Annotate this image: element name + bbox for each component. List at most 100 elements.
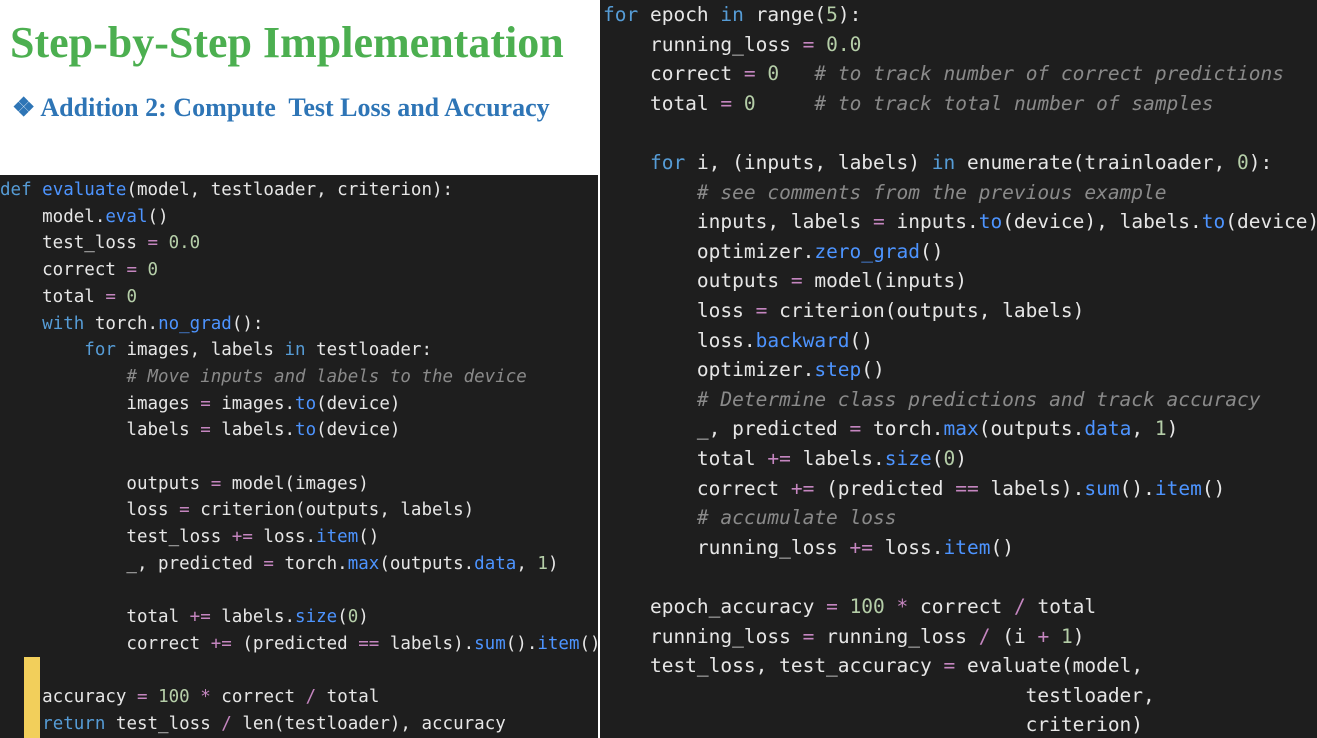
code-token: = [755,299,768,322]
code-token: testloader: [305,340,432,361]
code-token: ( [931,447,944,470]
code-line: outputs = model(inputs) [603,266,967,296]
code-token: correct [0,633,211,654]
code-line: labels = labels.to(device) [0,417,400,444]
code-line: correct = 0 # to track number of correct… [603,59,1284,89]
code-token: evaluate(model, [955,654,1144,678]
code-token: images, labels [115,340,285,361]
code-line: epoch_accuracy = 100 * correct / total [603,592,1096,622]
code-token: correct [0,260,127,281]
code-token: (device), labels. [1002,210,1202,234]
code-token: outputs [603,269,791,293]
code-token: (device) [316,420,401,441]
code-line: for i, (inputs, labels) in enumerate(tra… [603,148,1272,178]
code-token: = [802,32,815,56]
code-token: running_loss [603,32,803,56]
code-token: loss. [873,535,944,559]
code-token: data [474,553,517,574]
code-token: = [849,417,862,441]
code-line: loss = criterion(outputs, labels) [0,497,474,524]
code-line: for images, labels in testloader: [0,337,432,364]
code-token: item [537,633,580,654]
slide-header: Step-by-Step Implementation ❖ Addition 2… [0,0,600,175]
code-token: 0 [126,286,137,307]
code-token: max [347,553,380,574]
highlight-bar [24,657,40,738]
code-token: (). [505,633,538,654]
code-token: / [305,687,317,708]
evaluate-code-panel: def evaluate(model, testloader, criterio… [0,175,598,738]
code-token: 0 [943,447,956,470]
code-token: 100 [158,687,190,708]
code-token: ) [547,553,559,574]
code-token: torch. [861,417,944,441]
code-token: accuracy [0,687,137,708]
code-token: = [179,500,190,521]
code-token: = [802,624,815,648]
code-token: max [943,417,979,441]
code-token: ) [1072,624,1085,648]
code-token: item [1154,476,1202,500]
code-token: range( [743,3,827,26]
code-token: , [1131,417,1155,441]
code-token: 100 [849,595,885,618]
code-token: running_loss [814,624,979,648]
code-token: testloader, [603,683,1155,707]
code-token: (outputs. [379,553,475,574]
code-line: model.eval() [0,204,169,231]
code-token: inputs. [884,210,979,234]
code-token: optimizer. [603,239,815,263]
code-line: running_loss = running_loss / (i + 1) [603,622,1084,652]
code-token: criterion) [603,713,1144,737]
code-token: test_loss [105,714,222,734]
code-token: torch. [84,313,159,334]
code-token: to [295,393,317,414]
code-token: * [896,595,909,618]
code-token: (model, testloader, criterion): [126,180,454,200]
code-token: = [136,687,148,708]
code-token: += [231,527,253,548]
code-line: # see comments from the previous example [603,178,1167,208]
code-token: , [516,553,538,574]
code-token: () [920,239,944,263]
code-line: outputs = model(images) [0,471,369,498]
code-token: 0 [767,62,780,86]
code-token: = [200,420,211,441]
code-token: enumerate(trainloader, [955,151,1237,174]
code-token: ( [337,607,348,628]
code-line: total = 0 # to track total number of sam… [603,89,1214,119]
training-loop-code-panel: for epoch in range(5): running_loss = 0.… [600,0,1317,738]
code-line: testloader, [603,681,1155,711]
code-token: (predicted [231,633,359,654]
code-token: (): [231,313,264,334]
code-token: () [147,206,169,227]
code-token: criterion(outputs, labels) [189,500,475,521]
code-token: = [105,286,116,307]
code-token: == [955,476,979,500]
code-token: model(images) [221,473,369,494]
code-line: return test_loss / len(testloader), accu… [0,711,506,738]
code-token: # accumulate loss [696,506,897,530]
code-token: 0.0 [826,32,862,56]
code-token: correct [603,476,791,500]
code-token: with [42,313,85,334]
code-token: running_loss [603,624,803,648]
code-token: to [978,210,1003,234]
code-token: return [42,714,106,734]
code-token: correct [210,687,306,708]
code-token: model(inputs) [802,269,967,293]
code-token: loss [0,500,180,521]
code-token: ) [358,607,369,628]
code-token: inputs, labels [603,210,874,234]
code-token: criterion(outputs, labels) [767,299,1085,322]
